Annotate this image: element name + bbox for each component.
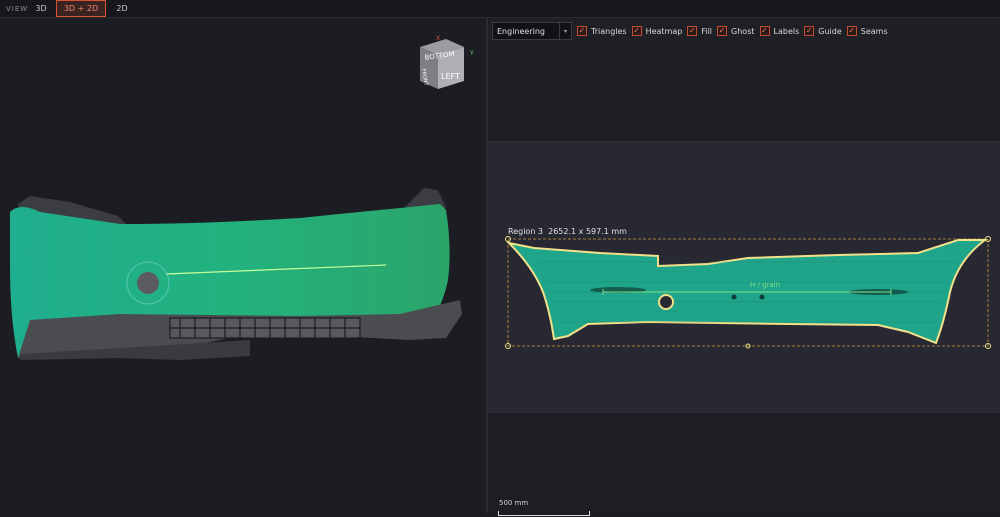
flat-canvas-lower: 500 mm (488, 413, 1000, 516)
toggle-fill[interactable]: ✓ Fill (687, 26, 712, 36)
view-label: VIEW (6, 4, 29, 13)
checkbox-icon[interactable]: ✓ (759, 26, 770, 36)
cube-face-left: LEFT (441, 72, 460, 81)
grain-label: H / grain (750, 281, 781, 289)
toggle-ghost[interactable]: ✓ Ghost (717, 26, 755, 36)
toggle-label: Labels (773, 26, 800, 36)
viewport-2d[interactable]: Engineering ▾ ✓ Triangles ✓ Heatmap ✓ Fill … (488, 18, 1000, 516)
axis-y-label: Y (469, 50, 474, 57)
flat-toolbar: Engineering ▾ ✓ Triangles ✓ Heatmap ✓ Fill … (488, 20, 1000, 42)
scale-bar (498, 511, 590, 516)
tab-3d[interactable]: 3D (26, 0, 56, 17)
toggle-label: Guide (818, 26, 842, 36)
checkbox-icon[interactable]: ✓ (631, 26, 642, 36)
mode-select-value: Engineering (497, 26, 545, 36)
view-cube[interactable]: BOTTOM LEFT FRONT X Y (414, 35, 478, 93)
flat-canvas-upper (488, 42, 1000, 142)
axis-x-label: X (436, 35, 440, 42)
checkbox-icon[interactable]: ✓ (804, 26, 815, 36)
checkbox-icon[interactable]: ✓ (687, 26, 698, 36)
toggle-label: Ghost (731, 26, 755, 36)
toggle-heatmap[interactable]: ✓ Heatmap (631, 26, 683, 36)
checkbox-icon[interactable]: ✓ (577, 26, 587, 36)
flat-canvas[interactable]: Region 3 2652.1 x 597.1 mm H / grain (488, 142, 1000, 413)
toggle-labels[interactable]: ✓ Labels (759, 26, 800, 36)
toggle-label: Seams (860, 26, 888, 36)
view-toolbar: VIEW 3D 3D + 2D 2D (0, 0, 1000, 18)
checkbox-icon[interactable]: ✓ (717, 26, 728, 36)
toggle-triangles[interactable]: ✓ Triangles (577, 26, 627, 36)
hole-cutout[interactable] (658, 294, 674, 310)
flattened-pattern (505, 236, 991, 349)
tab-3d-2d[interactable]: 3D + 2D (56, 0, 106, 17)
toggle-label: Heatmap (645, 26, 683, 36)
mode-select[interactable]: Engineering ▾ (492, 22, 572, 40)
viewport-3d[interactable]: BOTTOM LEFT FRONT X Y (0, 18, 486, 513)
toggle-label: Triangles (591, 26, 627, 36)
scale-label: 500 mm (499, 499, 529, 507)
tab-2d[interactable]: 2D (106, 0, 138, 17)
toggle-guide[interactable]: ✓ Guide (804, 26, 842, 36)
grille (169, 317, 361, 339)
toggle-label: Fill (701, 26, 713, 36)
checkbox-icon[interactable]: ✓ (846, 26, 857, 36)
chevron-down-icon: ▾ (559, 23, 571, 39)
toggle-seams[interactable]: ✓ Seams (846, 26, 888, 36)
